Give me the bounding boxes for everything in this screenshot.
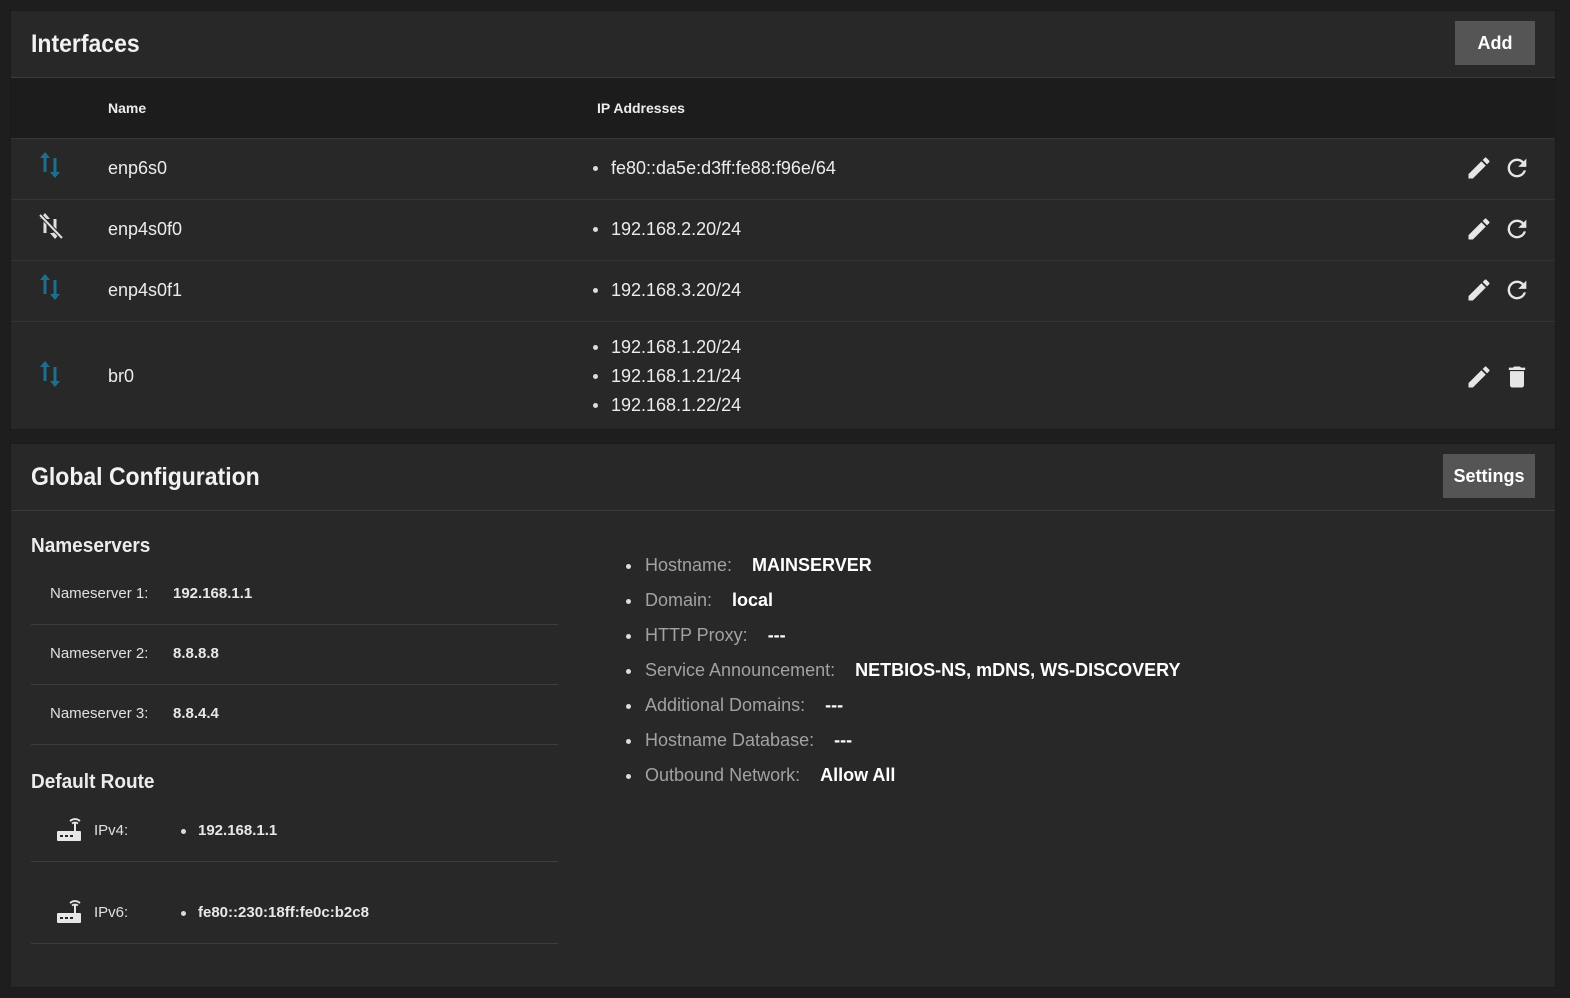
route-value: fe80::230:18ff:fe0c:b2c8: [198, 904, 369, 921]
link-down-icon: [38, 213, 64, 240]
ip-address: 192.168.1.22/24: [593, 391, 741, 420]
bullet: [181, 829, 186, 834]
global-configuration-header: Global Configuration Settings: [11, 444, 1555, 511]
config-label: Additional Domains:: [645, 695, 806, 715]
global-config-info-list: Hostname: MAINSERVER Domain: local HTTP Pr…: [626, 548, 1181, 793]
column-header-ip-addresses[interactable]: IP Addresses: [597, 78, 685, 138]
config-label: Domain:: [645, 590, 713, 610]
nameserver-row: Nameserver 3: 8.8.4.4: [31, 684, 558, 745]
interface-name: enp6s0: [108, 158, 168, 178]
default-route-ipv4-row: IPv4: 192.168.1.1: [31, 779, 558, 862]
ip-address: 192.168.2.20/24: [593, 215, 741, 244]
config-item-http-proxy: HTTP Proxy: ---: [626, 618, 1181, 653]
config-item-outbound-network: Outbound Network: Allow All: [626, 758, 1181, 793]
config-label: HTTP Proxy:: [645, 625, 748, 645]
config-value: Allow All: [820, 765, 896, 785]
edit-icon[interactable]: [1465, 363, 1493, 391]
ip-address-list: 192.168.2.20/24: [593, 215, 741, 244]
nameserver-value: 192.168.1.1: [173, 585, 253, 602]
refresh-icon[interactable]: [1503, 154, 1531, 182]
nameserver-value: 8.8.4.4: [173, 705, 219, 722]
ip-address: 192.168.3.20/24: [593, 276, 741, 305]
config-item-hostname-database: Hostname Database: ---: [626, 723, 1181, 758]
ip-address-list: fe80::da5e:d3ff:fe88:f96e/64: [593, 154, 836, 183]
router-icon: [57, 818, 81, 841]
link-up-icon: [40, 152, 60, 178]
ip-address: 192.168.1.21/24: [593, 362, 741, 391]
ip-address: fe80::da5e:d3ff:fe88:f96e/64: [593, 154, 836, 183]
bullet: [181, 911, 186, 916]
config-item-service-announcement: Service Announcement: NETBIOS-NS, mDNS, W…: [626, 653, 1181, 688]
config-value: local: [732, 590, 774, 610]
nameserver-label: Nameserver 2:: [50, 645, 149, 662]
nameserver-row: Nameserver 1: 192.168.1.1: [31, 564, 558, 625]
edit-icon[interactable]: [1465, 154, 1493, 182]
refresh-icon[interactable]: [1503, 215, 1531, 243]
config-label: Outbound Network:: [645, 765, 801, 785]
config-value: NETBIOS-NS, mDNS, WS-DISCOVERY: [855, 660, 1181, 680]
config-value: ---: [767, 625, 786, 645]
global-configuration-card: Global Configuration Settings Nameserver…: [10, 443, 1556, 988]
interface-row-enp4s0f1[interactable]: enp4s0f1 192.168.3.20/24: [11, 261, 1555, 322]
refresh-icon[interactable]: [1503, 276, 1531, 304]
interface-name: enp4s0f0: [108, 219, 183, 239]
config-label: Service Announcement:: [645, 660, 836, 680]
interface-row-br0[interactable]: br0 192.168.1.20/24 192.168.1.21/24 192.…: [11, 322, 1555, 433]
ip-address-list: 192.168.1.20/24 192.168.1.21/24 192.168.…: [593, 333, 741, 420]
nameserver-row: Nameserver 2: 8.8.8.8: [31, 624, 558, 685]
interface-name: enp4s0f1: [108, 280, 183, 300]
nameservers-title: Nameservers: [31, 535, 151, 557]
link-up-icon: [40, 361, 60, 387]
interfaces-table-header: Name IP Addresses: [11, 78, 1555, 139]
interfaces-title: Interfaces: [31, 30, 140, 58]
config-label: Hostname:: [645, 555, 733, 575]
nameserver-label: Nameserver 1:: [50, 585, 149, 602]
interface-name: br0: [108, 366, 135, 386]
nameserver-value: 8.8.8.8: [173, 645, 219, 662]
interfaces-card: Interfaces Add Name IP Addresses enp6s0 …: [10, 10, 1556, 430]
edit-icon[interactable]: [1465, 215, 1493, 243]
settings-button[interactable]: Settings: [1443, 454, 1535, 498]
route-label: IPv6:: [94, 904, 129, 921]
interface-row-enp4s0f0[interactable]: enp4s0f0 192.168.2.20/24: [11, 200, 1555, 261]
column-header-name[interactable]: Name: [108, 78, 146, 138]
config-item-additional-domains: Additional Domains: ---: [626, 688, 1181, 723]
config-value: ---: [825, 695, 844, 715]
config-item-domain: Domain: local: [626, 583, 1181, 618]
config-value: ---: [834, 730, 853, 750]
global-configuration-title: Global Configuration: [31, 463, 260, 491]
link-up-icon: [40, 274, 60, 300]
config-item-hostname: Hostname: MAINSERVER: [626, 548, 1181, 583]
ip-address: 192.168.1.20/24: [593, 333, 741, 362]
edit-icon[interactable]: [1465, 276, 1493, 304]
nameserver-label: Nameserver 3:: [50, 705, 149, 722]
add-interface-button[interactable]: Add: [1455, 21, 1535, 65]
ip-address-list: 192.168.3.20/24: [593, 276, 741, 305]
route-label: IPv4:: [94, 822, 129, 839]
route-value: 192.168.1.1: [198, 822, 278, 839]
config-label: Hostname Database:: [645, 730, 815, 750]
interfaces-header: Interfaces Add: [11, 11, 1555, 78]
default-route-ipv6-row: IPv6: fe80::230:18ff:fe0c:b2c8: [31, 861, 558, 944]
router-icon: [57, 900, 81, 923]
config-value: MAINSERVER: [752, 555, 872, 575]
delete-icon[interactable]: [1503, 363, 1531, 391]
interface-row-enp6s0[interactable]: enp6s0 fe80::da5e:d3ff:fe88:f96e/64: [11, 139, 1555, 200]
